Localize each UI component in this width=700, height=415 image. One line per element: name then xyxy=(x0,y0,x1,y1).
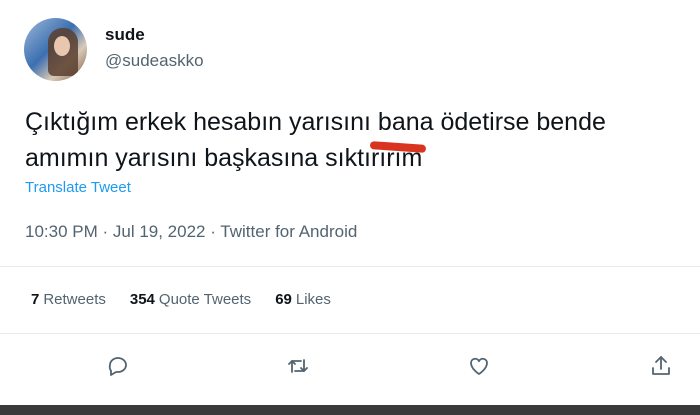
screen-bottom-edge xyxy=(0,405,700,415)
likes-label: Likes xyxy=(295,291,331,308)
retweet-button[interactable] xyxy=(283,351,313,381)
tweet-text: Çıktığım erkek hesabın yarısını bana öde… xyxy=(25,104,700,176)
action-bar xyxy=(0,345,700,385)
share-icon xyxy=(652,356,670,375)
tweet-text-line-2: amımın yarısını başkasına sıktırırım xyxy=(25,144,423,172)
quote-tweets-label: Quote Tweets xyxy=(158,291,252,308)
quote-tweets-count: 354 xyxy=(129,291,155,308)
divider xyxy=(0,266,700,267)
retweets-stat[interactable]: 7 Retweets xyxy=(31,291,106,308)
avatar[interactable] xyxy=(24,18,87,81)
reply-button[interactable] xyxy=(103,351,133,381)
retweets-label: Retweets xyxy=(43,291,106,308)
retweet-icon xyxy=(288,359,308,373)
tweet-text-line-1: Çıktığım erkek hesabın yarısını bana öde… xyxy=(25,108,606,136)
tweet-card: sude @sudeaskko Çıktığım erkek hesabın y… xyxy=(0,0,700,415)
like-button[interactable] xyxy=(464,351,494,381)
retweets-count: 7 xyxy=(31,291,40,308)
translate-tweet-link[interactable]: Translate Tweet xyxy=(25,179,131,196)
reply-icon xyxy=(108,357,127,376)
divider xyxy=(0,333,700,334)
share-button[interactable] xyxy=(646,351,676,381)
author-handle[interactable]: @sudeaskko xyxy=(105,51,204,71)
engagement-stats: 7 Retweets 354 Quote Tweets 69 Likes xyxy=(31,291,355,308)
tweet-timestamp-source[interactable]: 10:30 PM · Jul 19, 2022 · Twitter for An… xyxy=(25,222,357,242)
quote-tweets-stat[interactable]: 354 Quote Tweets xyxy=(130,291,251,308)
avatar-face xyxy=(54,36,70,56)
likes-count: 69 xyxy=(275,291,292,308)
like-icon xyxy=(470,357,488,375)
author-display-name[interactable]: sude xyxy=(105,25,145,45)
likes-stat[interactable]: 69 Likes xyxy=(275,291,331,308)
